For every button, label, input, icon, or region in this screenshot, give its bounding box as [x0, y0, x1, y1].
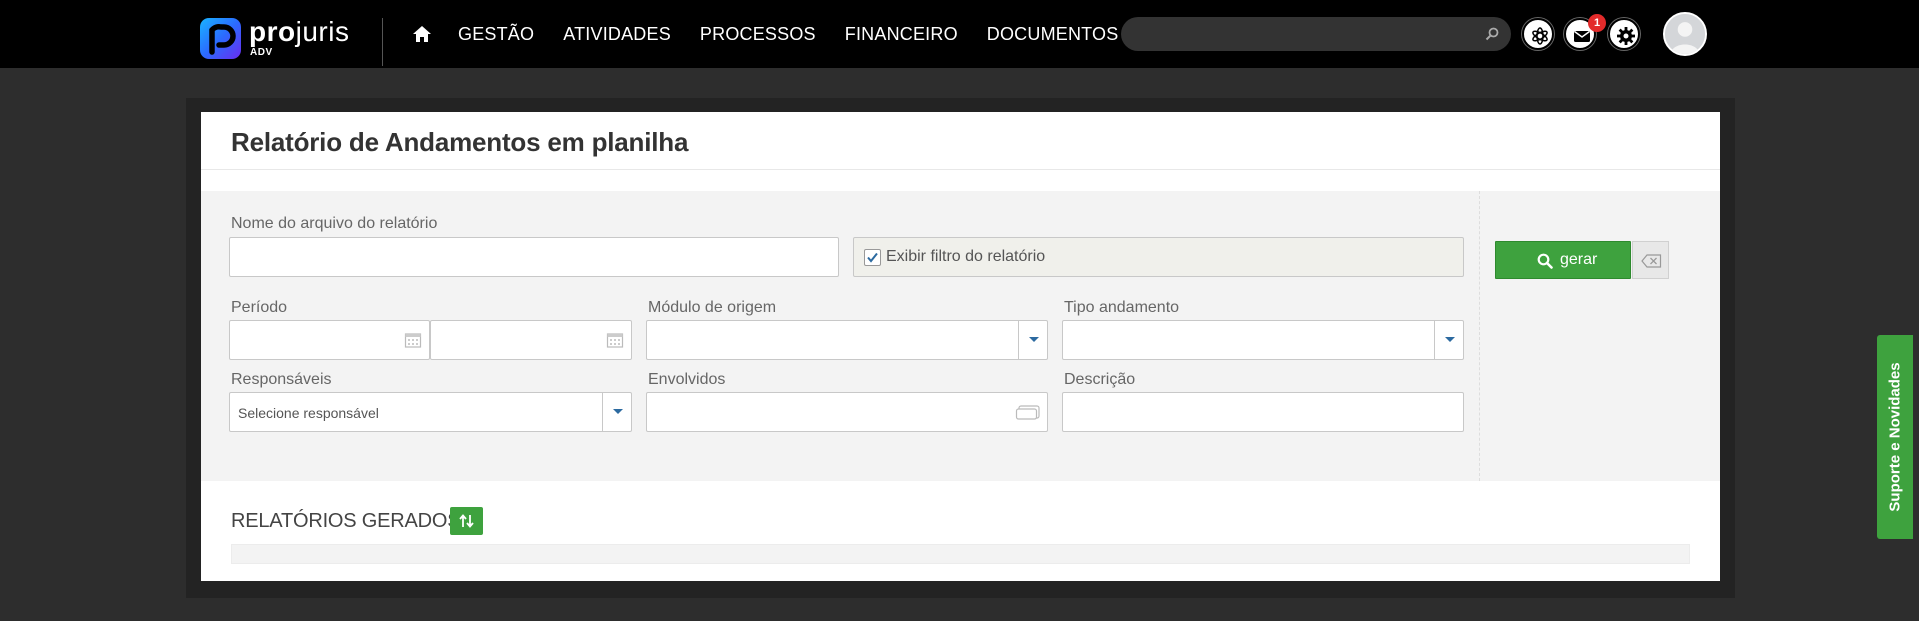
show-filter-label: Exibir filtro do relatório [886, 248, 1046, 265]
search-input[interactable] [1135, 24, 1465, 44]
description-label: Descrição [1064, 371, 1136, 388]
generate-report-label: gerar [1560, 251, 1598, 268]
responsibles-placeholder: Selecione responsável [238, 405, 379, 421]
title-divider [201, 169, 1720, 170]
backspace-icon [1641, 254, 1662, 268]
generated-reports-list [231, 544, 1690, 564]
origin-module-select[interactable] [646, 320, 1048, 360]
involved-field [646, 392, 1048, 432]
support-news-label: Suporte e Novidades [1886, 362, 1904, 512]
gear-icon [1617, 27, 1635, 45]
movement-type-select[interactable] [1062, 320, 1464, 360]
home-icon[interactable] [412, 24, 432, 44]
involved-label: Envolvidos [648, 371, 726, 388]
description-input[interactable] [1071, 402, 1455, 422]
envelope-icon [1574, 30, 1590, 42]
generated-reports-title: RELATÓRIOS GERADOS [231, 510, 461, 532]
checkmark-icon [867, 252, 878, 263]
ai-assistant-icon [1532, 27, 1548, 45]
origin-module-label: Módulo de origem [648, 299, 777, 316]
responsibles-dropdown-button[interactable] [602, 393, 631, 431]
description-field [1062, 392, 1464, 432]
search-icon[interactable] [1485, 27, 1499, 41]
movement-type-label: Tipo andamento [1064, 299, 1180, 316]
chevron-down-icon [1029, 337, 1039, 342]
file-name-label: Nome do arquivo do relatório [231, 215, 438, 232]
top-navigation-bar: projuris ADV GESTÃO ATIVIDADES PROCESSOS… [0, 0, 1919, 68]
involved-input[interactable] [655, 402, 1039, 422]
period-start-field [229, 320, 430, 360]
nav-processos[interactable]: PROCESSOS [700, 24, 816, 45]
file-name-input[interactable] [238, 247, 830, 267]
ai-assistant-button[interactable] [1522, 18, 1554, 50]
brand-subtitle: ADV [250, 47, 273, 58]
generate-report-button[interactable]: gerar [1495, 241, 1631, 279]
contacts-card-icon[interactable] [1015, 403, 1041, 421]
sort-arrows-icon [459, 514, 474, 528]
show-filter-checkbox[interactable] [864, 249, 881, 266]
origin-module-dropdown-button[interactable] [1018, 321, 1047, 359]
nav-financeiro[interactable]: FINANCEIRO [845, 24, 958, 45]
settings-button[interactable] [1608, 18, 1640, 50]
user-avatar[interactable] [1663, 12, 1707, 56]
period-start-input[interactable] [238, 330, 421, 350]
user-silhouette-icon [1665, 14, 1705, 54]
support-news-tab[interactable]: Suporte e Novidades [1877, 335, 1913, 539]
file-name-field [229, 237, 839, 277]
filters-divider [1479, 191, 1480, 481]
show-filter-option[interactable]: Exibir filtro do relatório [853, 237, 1464, 277]
period-end-input[interactable] [439, 330, 623, 350]
nav-documentos[interactable]: DOCUMENTOS [987, 24, 1119, 45]
global-search [1121, 17, 1511, 51]
main-menu: GESTÃO ATIVIDADES PROCESSOS FINANCEIRO D… [458, 24, 1118, 45]
projuris-logo[interactable]: projuris ADV [200, 16, 360, 59]
calendar-icon[interactable] [606, 331, 624, 349]
sort-reports-button[interactable] [450, 507, 483, 535]
page-title: Relatório de Andamentos em planilha [231, 127, 689, 157]
movement-type-dropdown-button[interactable] [1434, 321, 1463, 359]
clear-filters-button[interactable] [1632, 241, 1669, 279]
responsibles-select[interactable]: Selecione responsável [229, 392, 632, 432]
period-label: Período [231, 299, 288, 316]
responsibles-label: Responsáveis [231, 371, 332, 388]
notification-badge: 1 [1588, 14, 1606, 32]
report-card: Relatório de Andamentos em planilha Nome… [201, 112, 1720, 581]
nav-gestao[interactable]: GESTÃO [458, 24, 534, 45]
period-end-field [430, 320, 632, 360]
nav-divider [382, 18, 383, 66]
nav-atividades[interactable]: ATIVIDADES [563, 24, 671, 45]
calendar-icon[interactable] [404, 331, 422, 349]
projuris-logo-icon [200, 18, 241, 59]
brand-name: projuris [249, 16, 350, 47]
chevron-down-icon [1445, 337, 1455, 342]
search-icon [1537, 253, 1553, 269]
filters-panel: Nome do arquivo do relatório Exibir filt… [201, 191, 1720, 481]
chevron-down-icon [613, 409, 623, 414]
